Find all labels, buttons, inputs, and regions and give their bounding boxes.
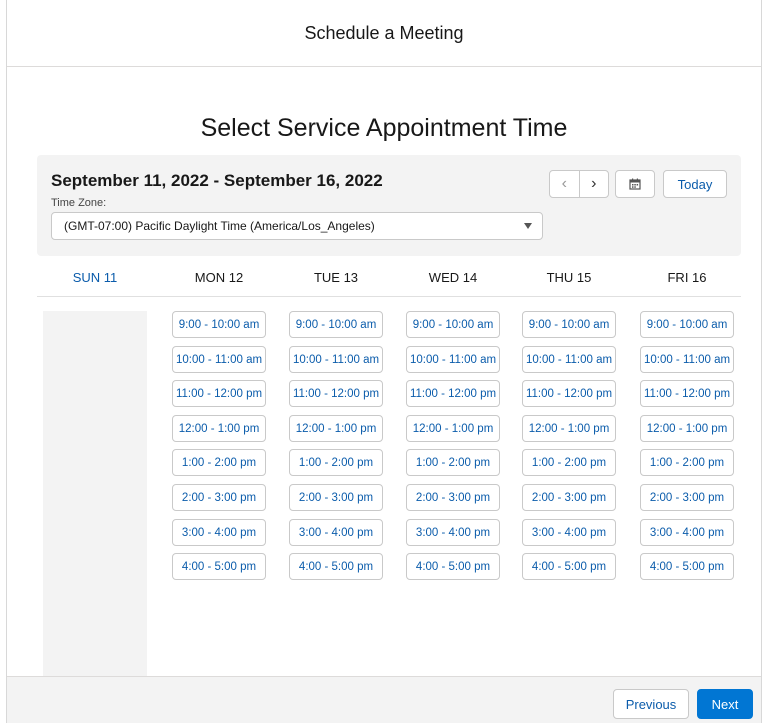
time-slot-button[interactable]: 11:00 - 12:00 pm [172, 380, 266, 407]
day-header: FRI 16 [667, 270, 707, 285]
time-slot-button[interactable]: 3:00 - 4:00 pm [289, 519, 383, 546]
time-slot-button[interactable]: 12:00 - 1:00 pm [172, 415, 266, 442]
sunday-unavailable-column [43, 311, 147, 677]
time-slot-button[interactable]: 2:00 - 3:00 pm [640, 484, 734, 511]
time-slot-button[interactable]: 10:00 - 11:00 am [172, 346, 266, 373]
date-range-title: September 11, 2022 - September 16, 2022 [51, 171, 383, 190]
time-slot-button[interactable]: 3:00 - 4:00 pm [522, 519, 616, 546]
time-slot-button[interactable]: 12:00 - 1:00 pm [522, 415, 616, 442]
time-slot-button[interactable]: 4:00 - 5:00 pm [522, 553, 616, 580]
time-slot-button[interactable]: 2:00 - 3:00 pm [522, 484, 616, 511]
time-slot-button[interactable]: 3:00 - 4:00 pm [406, 519, 500, 546]
chevron-left-icon: ‹ [561, 175, 567, 192]
time-slot-button[interactable]: 3:00 - 4:00 pm [172, 519, 266, 546]
time-slot-button[interactable]: 11:00 - 12:00 pm [289, 380, 383, 407]
previous-week-button[interactable]: ‹ [550, 171, 579, 197]
time-slot-button[interactable]: 3:00 - 4:00 pm [640, 519, 734, 546]
week-nav-group: ‹ › [549, 170, 609, 198]
day-header: SUN 11 [72, 270, 118, 285]
day-header: TUE 13 [313, 270, 359, 285]
time-slot-button[interactable]: 12:00 - 1:00 pm [289, 415, 383, 442]
timezone-select[interactable]: (GMT-07:00) Pacific Daylight Time (Ameri… [51, 212, 543, 240]
time-slot-button[interactable]: 9:00 - 10:00 am [640, 311, 734, 338]
time-slot-button[interactable]: 2:00 - 3:00 pm [406, 484, 500, 511]
time-slot-button[interactable]: 1:00 - 2:00 pm [406, 449, 500, 476]
calendar-toolbar: September 11, 2022 - September 16, 2022 … [37, 155, 741, 256]
time-slot-button[interactable]: 4:00 - 5:00 pm [172, 553, 266, 580]
chevron-right-icon: › [591, 175, 597, 192]
time-slot-button[interactable]: 4:00 - 5:00 pm [640, 553, 734, 580]
time-slot-button[interactable]: 1:00 - 2:00 pm [289, 449, 383, 476]
time-slot-button[interactable]: 2:00 - 3:00 pm [289, 484, 383, 511]
time-slot-button[interactable]: 9:00 - 10:00 am [522, 311, 616, 338]
time-slot-button[interactable]: 1:00 - 2:00 pm [522, 449, 616, 476]
time-slot-button[interactable]: 1:00 - 2:00 pm [640, 449, 734, 476]
previous-button[interactable]: Previous [613, 689, 689, 719]
modal-header: Schedule a Meeting [7, 0, 761, 67]
timezone-label: Time Zone: [51, 197, 107, 209]
time-slot-button[interactable]: 4:00 - 5:00 pm [289, 553, 383, 580]
time-slot-button[interactable]: 12:00 - 1:00 pm [640, 415, 734, 442]
time-slot-button[interactable]: 9:00 - 10:00 am [289, 311, 383, 338]
caret-down-icon [524, 223, 532, 229]
time-slot-button[interactable]: 10:00 - 11:00 am [289, 346, 383, 373]
day-header: WED 14 [428, 270, 478, 285]
time-slot-button[interactable]: 4:00 - 5:00 pm [406, 553, 500, 580]
modal-title: Schedule a Meeting [304, 22, 464, 43]
time-slot-button[interactable]: 11:00 - 12:00 pm [522, 380, 616, 407]
time-slot-button[interactable]: 9:00 - 10:00 am [406, 311, 500, 338]
calendar-picker-button[interactable] [615, 170, 655, 198]
day-header: THU 15 [546, 270, 592, 285]
time-slot-button[interactable]: 2:00 - 3:00 pm [172, 484, 266, 511]
time-slot-button[interactable]: 12:00 - 1:00 pm [406, 415, 500, 442]
time-slot-button[interactable]: 10:00 - 11:00 am [522, 346, 616, 373]
time-slot-button[interactable]: 10:00 - 11:00 am [406, 346, 500, 373]
time-slot-button[interactable]: 1:00 - 2:00 pm [172, 449, 266, 476]
time-slot-button[interactable]: 11:00 - 12:00 pm [406, 380, 500, 407]
next-week-button[interactable]: › [578, 171, 609, 197]
time-slot-button[interactable]: 9:00 - 10:00 am [172, 311, 266, 338]
page-heading: Select Service Appointment Time [200, 114, 568, 142]
today-button[interactable]: Today [663, 170, 727, 198]
calendar-icon [629, 178, 641, 190]
day-headers: SUN 11 MON 12 TUE 13 WED 14 THU 15 FRI 16 [37, 266, 741, 297]
modal-footer: Previous Next [7, 676, 761, 723]
day-header: MON 12 [194, 270, 244, 285]
time-slot-button[interactable]: 10:00 - 11:00 am [640, 346, 734, 373]
timezone-value: (GMT-07:00) Pacific Daylight Time (Ameri… [64, 219, 375, 233]
time-slot-button[interactable]: 11:00 - 12:00 pm [640, 380, 734, 407]
schedule-meeting-modal: Schedule a Meeting Select Service Appoin… [6, 0, 762, 723]
next-button[interactable]: Next [697, 689, 753, 719]
